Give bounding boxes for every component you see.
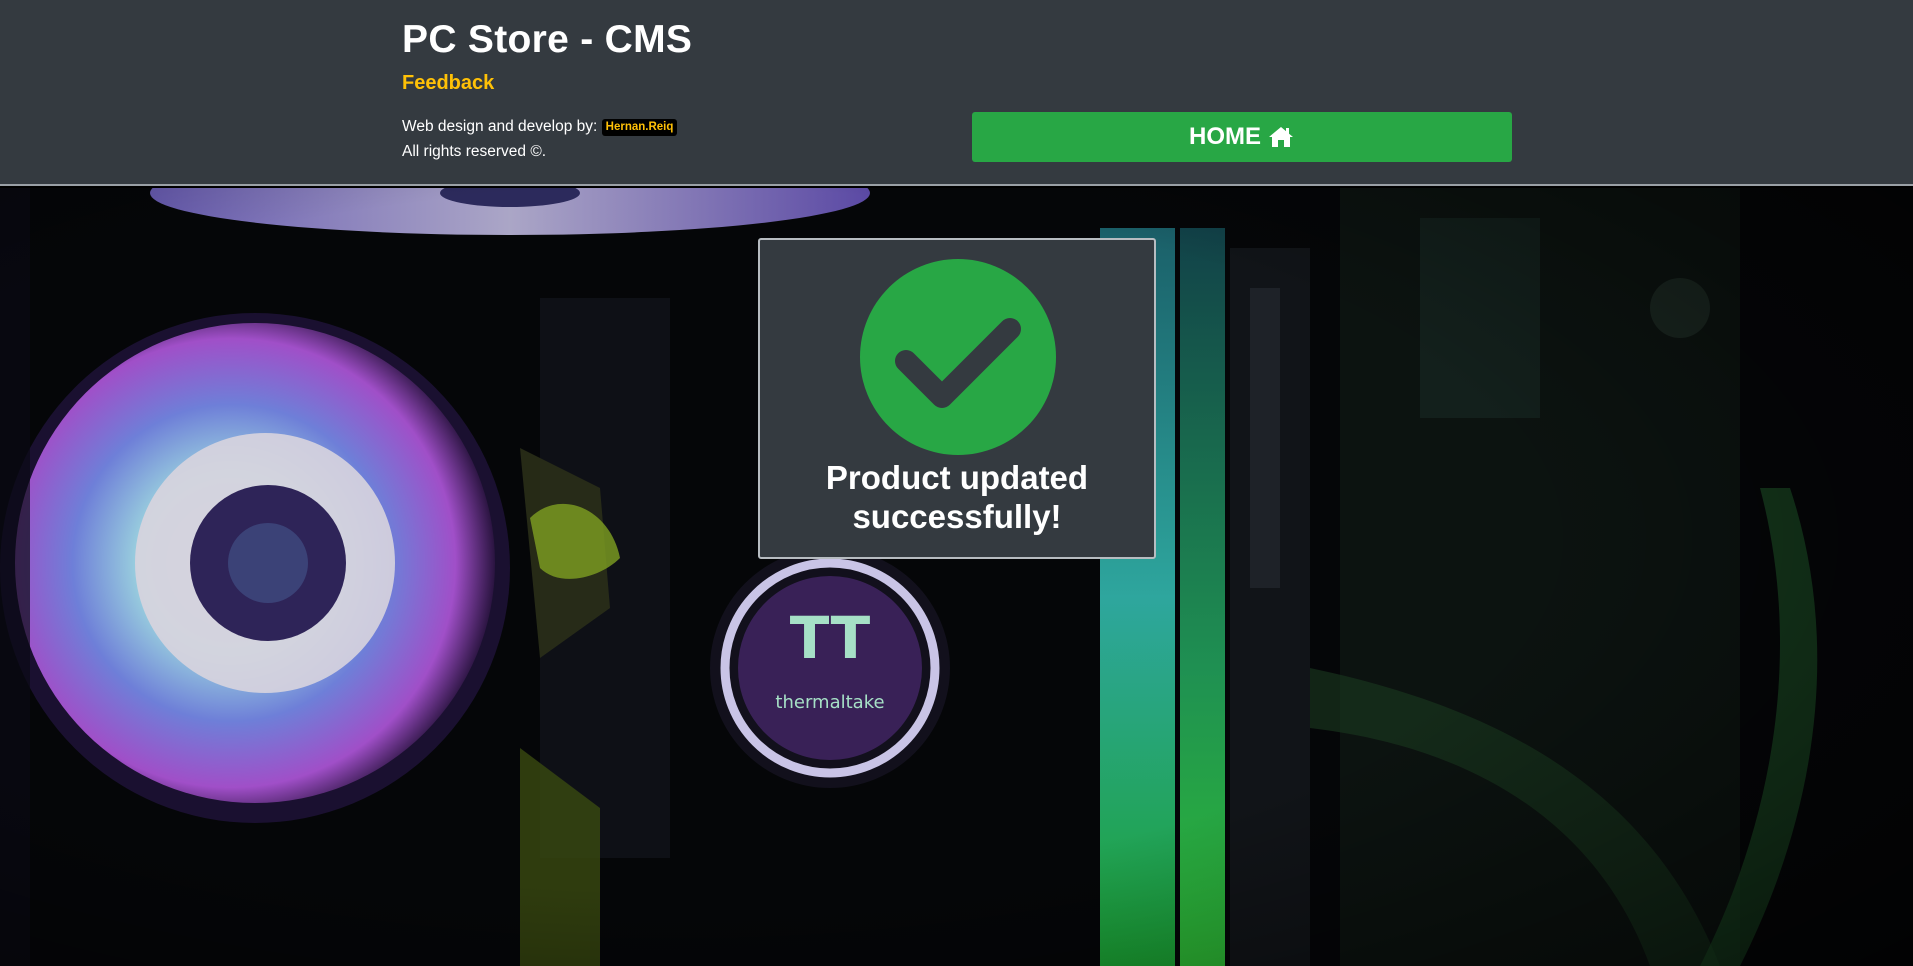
- feedback-link[interactable]: Feedback: [402, 72, 494, 95]
- home-button[interactable]: HOME: [972, 112, 1512, 162]
- credits: Web design and develop by: Hernan.Reiq A…: [402, 114, 678, 164]
- site-header: PC Store - CMS Feedback Web design and d…: [0, 0, 1913, 186]
- author-badge: Hernan.Reiq: [601, 119, 678, 136]
- success-message: Product updated successfully!: [825, 459, 1089, 535]
- check-circle-icon: [860, 259, 1056, 455]
- page-title: PC Store - CMS: [402, 18, 693, 61]
- home-icon: [1269, 127, 1293, 147]
- home-button-label: HOME: [1189, 123, 1261, 150]
- success-dialog: Product updated successfully!: [758, 238, 1156, 559]
- rights-text: All rights reserved ©.: [402, 143, 547, 160]
- credits-prefix: Web design and develop by:: [402, 118, 598, 135]
